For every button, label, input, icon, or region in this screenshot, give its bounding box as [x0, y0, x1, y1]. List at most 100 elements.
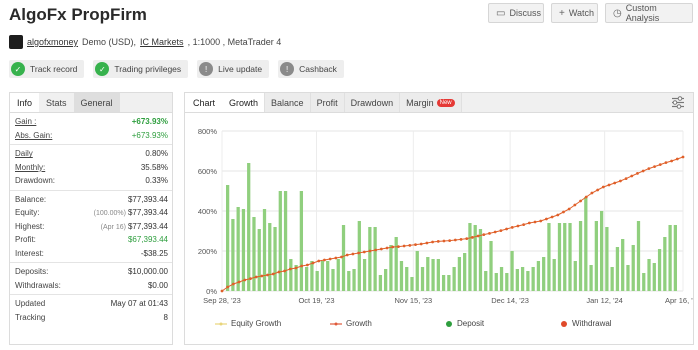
growth-point: [641, 169, 645, 173]
chart-tabs: Chart Growth Balance Profit Drawdown Mar…: [185, 93, 693, 113]
growth-bar: [505, 273, 509, 291]
growth-bar: [520, 267, 525, 291]
legend-growth[interactable]: Growth: [330, 319, 445, 328]
balance-label: Balance:: [15, 194, 47, 204]
tab-general[interactable]: General: [73, 93, 120, 112]
growth-point: [471, 236, 474, 239]
growth-bar: [599, 211, 604, 291]
gain-group: Gain : +673.93% Abs. Gain: +673.93%: [10, 113, 172, 145]
abs-gain-value: +673.93%: [131, 130, 168, 140]
badge-label: Trading privileges: [114, 64, 182, 74]
updated-value: May 07 at 01:43: [110, 299, 168, 309]
growth-bar: [410, 277, 414, 291]
growth-point: [249, 277, 252, 280]
tab-growth[interactable]: Growth: [223, 93, 266, 112]
user-link[interactable]: algofxmoney: [27, 37, 78, 47]
growth-bar: [436, 259, 440, 291]
growth-point: [527, 221, 531, 225]
legend-label: Equity Growth: [231, 319, 282, 328]
growth-bar: [236, 207, 240, 291]
growth-point: [550, 215, 554, 219]
growth-point: [220, 289, 224, 293]
growth-point: [231, 282, 235, 286]
legend-deposit[interactable]: Deposit: [445, 319, 560, 328]
growth-bar: [642, 273, 646, 291]
growth-bar: [447, 275, 451, 291]
equity-row: Equity: (100.00%) $77,393.44: [10, 206, 172, 220]
growth-point: [670, 159, 674, 163]
growth-bar: [621, 239, 625, 291]
growth-point: [226, 285, 230, 289]
growth-bar: [283, 191, 288, 291]
growth-point: [305, 263, 309, 267]
chart-heading: Chart: [185, 93, 224, 112]
custom-analysis-button[interactable]: ◷ Custom Analysis: [605, 3, 693, 23]
growth-bar: [310, 261, 314, 291]
growth-point: [425, 241, 429, 245]
profit-value: $67,393.44: [127, 235, 168, 245]
monthly-label[interactable]: Monthly:: [15, 163, 45, 172]
tab-balance[interactable]: Balance: [265, 93, 311, 112]
legend-dot-marker: [446, 320, 452, 327]
growth-point: [573, 203, 577, 207]
growth-bar: [552, 259, 556, 291]
tracking-value: 8: [163, 312, 168, 322]
balance-value: $77,393.44: [127, 194, 168, 204]
growth-point: [658, 163, 662, 166]
growth-point: [323, 258, 326, 262]
growth-point: [283, 269, 287, 273]
x-tick-label: Jan 12, '24: [586, 296, 622, 305]
growth-bar: [610, 267, 614, 291]
daily-label[interactable]: Daily: [15, 149, 33, 158]
badge-live-update[interactable]: ! Live update: [197, 60, 270, 78]
badge-label: Cashback: [299, 64, 337, 74]
tab-stats[interactable]: Stats: [39, 93, 74, 112]
growth-point: [431, 240, 434, 244]
growth-bar: [368, 227, 372, 291]
growth-point: [579, 199, 582, 203]
growth-bar: [331, 269, 335, 291]
growth-bar: [252, 217, 256, 291]
legend-dot-marker: [561, 320, 567, 327]
badge-cashback[interactable]: ! Cashback: [278, 60, 344, 78]
legend-withdrawal[interactable]: Withdrawal: [560, 319, 612, 328]
discuss-button[interactable]: ▭ Discuss: [488, 3, 544, 23]
x-tick-label: Apr 16, '24: [665, 296, 693, 305]
legend-line-marker: [330, 322, 342, 325]
broker-link[interactable]: IC Markets: [140, 37, 184, 47]
growth-point: [300, 264, 304, 268]
growth-bar: [594, 221, 598, 291]
badge-trading-privileges[interactable]: ✓ Trading privileges: [93, 60, 189, 78]
highest-date: (Apr 16): [100, 223, 126, 231]
deposits-value: $10,000.00: [127, 267, 168, 277]
growth-point: [402, 244, 406, 248]
growth-point: [317, 259, 321, 263]
drawdown-row: Drawdown: 0.33%: [10, 174, 172, 188]
growth-bar: [536, 261, 541, 291]
chart-panel: Chart Growth Balance Profit Drawdown Mar…: [184, 92, 694, 345]
abs-gain-label[interactable]: Abs. Gain:: [15, 131, 52, 140]
account-info: algofxmoney Demo (USD), IC Markets , 1:1…: [9, 35, 281, 49]
watch-button[interactable]: + Watch: [551, 3, 598, 23]
tab-drawdown[interactable]: Drawdown: [344, 93, 401, 112]
monthly-value: 35.58%: [140, 162, 168, 172]
y-tick-label: 600%: [198, 167, 218, 176]
growth-bar: [268, 223, 272, 291]
tab-margin[interactable]: Margin New: [400, 93, 462, 112]
growth-bar: [568, 223, 572, 291]
growth-point: [374, 248, 378, 252]
tab-info[interactable]: Info: [10, 93, 40, 112]
legend-equity-growth[interactable]: Equity Growth: [215, 319, 330, 328]
withdrawals-label: Withdrawals:: [15, 280, 61, 290]
tab-profit[interactable]: Profit: [310, 93, 345, 112]
x-tick-label: Oct 19, '23: [298, 296, 334, 305]
growth-point: [624, 177, 628, 180]
page-title: AlgoFx PropFirm: [9, 5, 147, 24]
badge-track-record[interactable]: ✓ Track record: [9, 60, 85, 78]
growth-bar: [463, 253, 467, 291]
growth-point: [442, 239, 446, 243]
growth-point: [516, 224, 520, 228]
gain-label[interactable]: Gain :: [15, 117, 36, 126]
interest-value: -$38.25: [140, 248, 168, 258]
chart-settings-icon[interactable]: [671, 96, 685, 109]
